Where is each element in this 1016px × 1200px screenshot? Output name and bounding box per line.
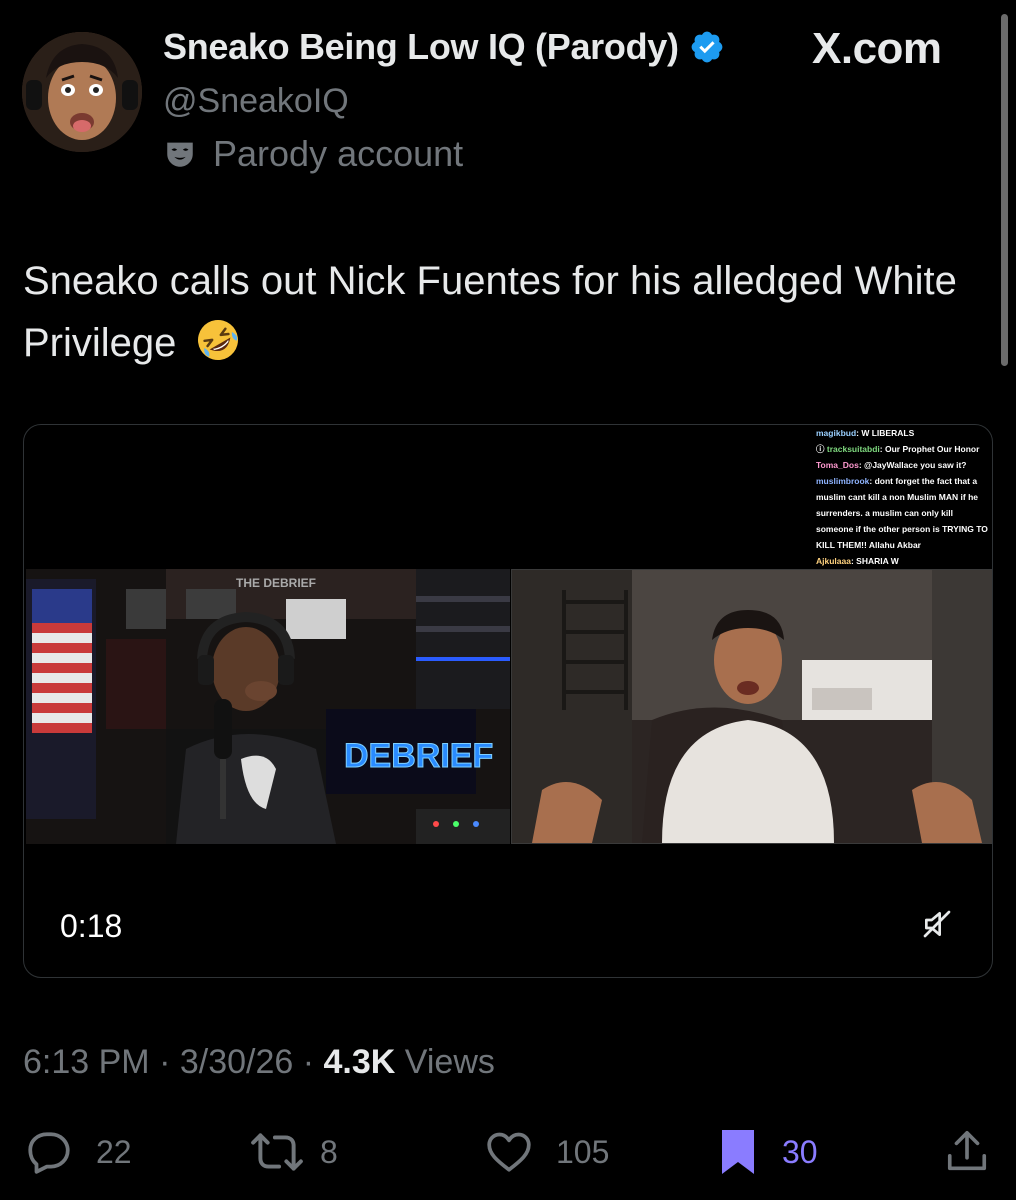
chat-line: Ajkulaaa: SHARIA W — [816, 556, 899, 566]
left-camera-feed: DEBRIEF THE DEBRIEF — [26, 569, 510, 844]
reply-count: 22 — [96, 1133, 132, 1170]
like-button[interactable]: 105 — [484, 1126, 609, 1178]
reply-button[interactable]: 22 — [24, 1126, 132, 1178]
chat-line: Toma_Dos: @JayWallace you saw it? — [816, 460, 967, 470]
bookmark-button[interactable]: 30 — [716, 1126, 818, 1178]
repost-button[interactable]: 8 — [250, 1126, 338, 1178]
stream-chat-overlay: magikbud: W LIBERALS ⓘ tracksuitabdi: Ou… — [816, 425, 992, 569]
right-camera-feed — [511, 569, 992, 844]
tweet-text: Sneako calls out Nick Fuentes for his al… — [23, 250, 983, 374]
video-duration: 0:18 — [60, 908, 123, 944]
share-icon — [947, 1131, 987, 1171]
repost-count: 8 — [320, 1133, 338, 1170]
rolling-laughing-emoji-icon — [197, 320, 238, 360]
views-count: 4.3K — [323, 1043, 396, 1081]
chat-badge-icon: ⓘ — [816, 444, 827, 454]
tweet-date[interactable]: 3/30/26 — [180, 1043, 293, 1081]
views-label: Views — [395, 1043, 495, 1081]
user-name-row[interactable]: Sneako Being Low IQ (Parody) — [163, 26, 725, 68]
verified-badge-icon — [691, 31, 723, 63]
chat-line: someone if the other person is TRYING TO — [816, 524, 988, 534]
mute-icon[interactable] — [921, 908, 953, 940]
debrief-sign: DEBRIEF — [344, 737, 493, 775]
tweet-body: Sneako calls out Nick Fuentes for his al… — [23, 259, 957, 365]
chat-line: surrenders. a muslim can only kill — [816, 508, 953, 518]
tweet-meta: 6:13 PM · 3/30/26 · 4.3K Views — [23, 1043, 495, 1081]
parody-label: Parody account — [213, 133, 464, 174]
repost-icon — [251, 1133, 303, 1171]
avatar[interactable] — [22, 32, 142, 152]
chat-line: muslimbrook: dont forget the fact that a — [816, 476, 978, 486]
like-icon — [487, 1132, 531, 1172]
site-watermark: X.com — [812, 24, 942, 73]
user-handle[interactable]: @SneakoIQ — [163, 82, 349, 121]
chat-line: muslim cant kill a non Muslim MAN if he — [816, 492, 978, 502]
banner-text: THE DEBRIEF — [236, 576, 316, 590]
reply-icon — [28, 1132, 70, 1174]
parody-label-row: Parody account — [163, 133, 463, 175]
parody-mask-icon — [167, 142, 193, 167]
chat-line: magikbud: W LIBERALS — [816, 428, 915, 438]
share-button[interactable] — [944, 1126, 990, 1178]
like-count: 105 — [556, 1133, 610, 1170]
display-name[interactable]: Sneako Being Low IQ (Parody) — [163, 26, 679, 68]
bookmark-icon — [722, 1130, 754, 1174]
chat-line: KILL THEM!! Allahu Akbar — [816, 540, 921, 550]
tweet-time[interactable]: 6:13 PM — [23, 1043, 150, 1081]
bookmark-count: 30 — [782, 1133, 818, 1170]
scrollbar[interactable] — [1001, 14, 1008, 366]
video-player[interactable]: magikbud: W LIBERALS ⓘ tracksuitabdi: Ou… — [23, 424, 993, 978]
chat-line: ⓘ tracksuitabdi: Our Prophet Our Honor — [816, 444, 980, 454]
